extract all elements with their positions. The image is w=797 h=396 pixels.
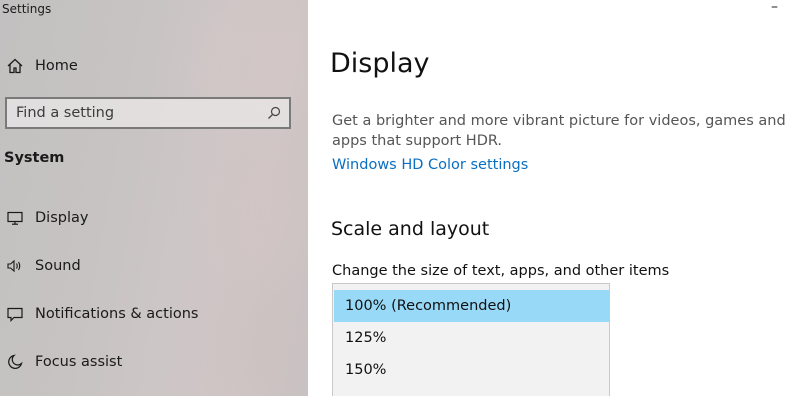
scale-section-title: Scale and layout (331, 218, 490, 240)
sidebar-item-home[interactable]: Home (0, 46, 308, 86)
moon-icon (3, 350, 27, 374)
settings-window: Settings Home System (0, 0, 797, 396)
home-icon (3, 54, 27, 78)
monitor-icon (3, 206, 27, 230)
sidebar: Settings Home System (0, 0, 320, 396)
search-icon[interactable] (262, 106, 286, 120)
sidebar-item-label: Home (35, 58, 78, 74)
search-box[interactable] (5, 97, 291, 129)
sidebar-item-label: Focus assist (35, 354, 123, 370)
scale-option-100[interactable]: 100% (Recommended) (334, 290, 609, 322)
scale-option-150[interactable]: 150% (334, 354, 609, 386)
scale-label: Change the size of text, apps, and other… (332, 263, 670, 279)
main-content: – Display Get a brighter and more vibran… (308, 0, 797, 396)
sidebar-item-notifications[interactable]: Notifications & actions (0, 294, 308, 334)
windows-hd-color-settings-link[interactable]: Windows HD Color settings (332, 157, 528, 173)
sidebar-item-label: Sound (35, 258, 81, 274)
notification-icon (3, 302, 27, 326)
sidebar-item-focus-assist[interactable]: Focus assist (0, 342, 308, 382)
app-title: Settings (2, 2, 52, 16)
section-heading-system: System (4, 150, 65, 166)
sidebar-item-sound[interactable]: Sound (0, 246, 308, 286)
hdr-description: Get a brighter and more vibrant picture … (332, 113, 786, 149)
speaker-icon (3, 254, 27, 278)
sidebar-item-display[interactable]: Display (0, 198, 308, 238)
page-title: Display (330, 48, 430, 79)
scale-option-125[interactable]: 125% (334, 322, 609, 354)
minimize-button[interactable]: – (771, 0, 783, 18)
sidebar-item-label: Display (35, 210, 89, 226)
sidebar-item-label: Notifications & actions (35, 306, 199, 322)
search-input[interactable] (7, 99, 262, 127)
scale-dropdown-list[interactable]: 100% (Recommended) 125% 150% (332, 283, 610, 396)
